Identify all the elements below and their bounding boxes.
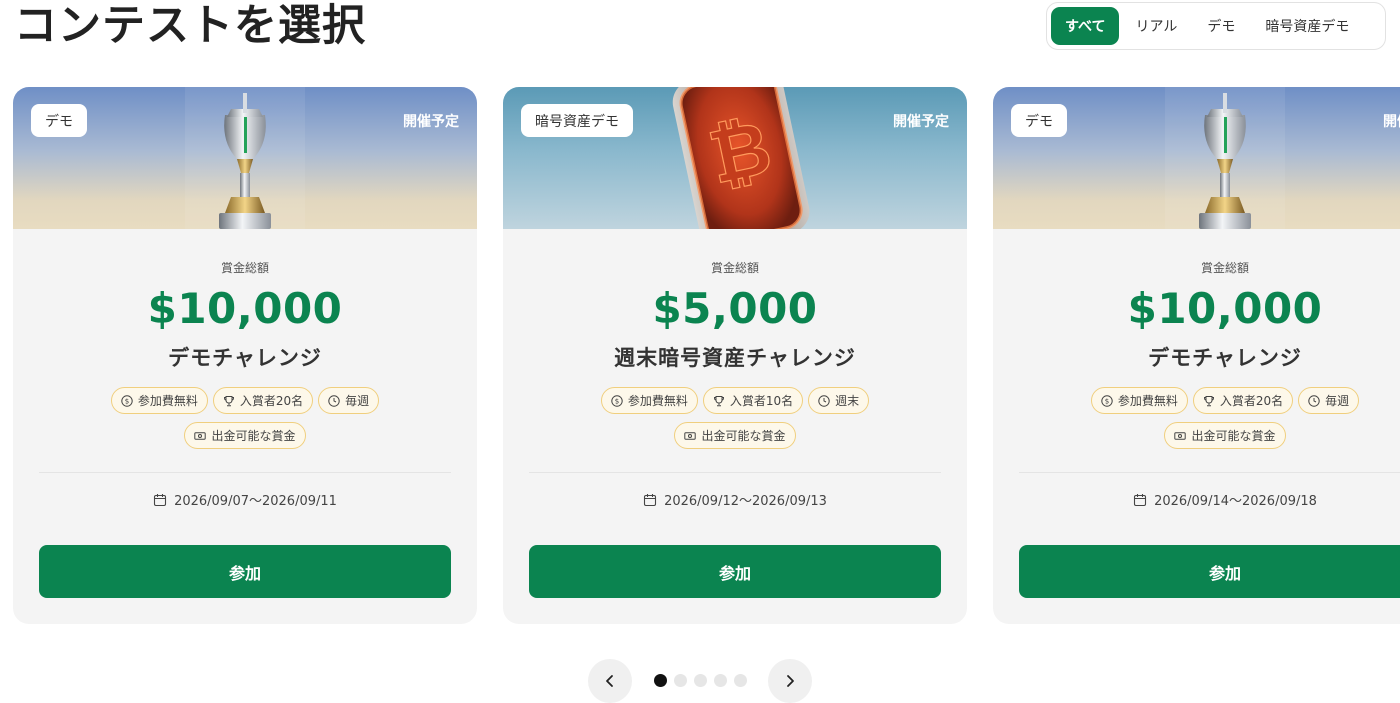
next-button[interactable] — [768, 659, 812, 703]
contest-card: デモ 開催予定 賞金総額 $10,000 デモチャレンジ $ 参加費無料 入賞者… — [993, 87, 1400, 624]
divider — [39, 472, 451, 473]
contest-filter-tabs: すべて リアル デモ 暗号資産デモ — [1046, 2, 1386, 50]
cash-icon — [194, 431, 207, 440]
date-range: 2026/09/14〜2026/09/18 — [1154, 494, 1317, 509]
contest-card: ₿ 暗号資産デモ 開催予定 賞金総額 $5,000 週末暗号資産チャレンジ $ … — [503, 87, 967, 624]
chevron-left-icon — [606, 675, 613, 687]
filter-all[interactable]: すべて — [1051, 7, 1120, 45]
tag-entry-fee: $ 参加費無料 — [110, 387, 208, 414]
prize-amount: $10,000 — [1127, 284, 1323, 333]
divider — [529, 472, 941, 473]
tag-label: 出金可能な賞金 — [1191, 429, 1276, 443]
contest-dates: 2026/09/12〜2026/09/13 — [503, 490, 967, 509]
contest-dates: 2026/09/14〜2026/09/18 — [993, 490, 1400, 509]
tag-entry-fee: $ 参加費無料 — [600, 387, 698, 414]
contest-tags: $ 参加費無料 入賞者10名 週末 出金可能な賞金 — [585, 387, 885, 449]
page-dot-3[interactable] — [694, 674, 707, 687]
card-banner: デモ 開催予定 — [993, 87, 1400, 229]
tag-label: 参加費無料 — [1117, 394, 1178, 408]
page-title: コンテストを選択 — [14, 1, 366, 51]
prize-amount: $5,000 — [652, 284, 818, 333]
clock-icon — [1308, 394, 1320, 407]
tag-label: 参加費無料 — [627, 394, 688, 408]
cash-icon — [1174, 431, 1187, 440]
page-dot-5[interactable] — [734, 674, 747, 687]
date-range: 2026/09/12〜2026/09/13 — [664, 494, 827, 509]
trophy-icon — [223, 395, 234, 406]
contest-status: 開催予定 — [893, 114, 949, 130]
tag-label: 入賞者20名 — [1219, 394, 1284, 408]
bitcoin-image: ₿ — [672, 87, 810, 229]
prize-label: 賞金総額 — [220, 261, 269, 275]
tag-label: 出金可能な賞金 — [211, 429, 296, 443]
contest-type-badge: 暗号資産デモ — [521, 104, 633, 137]
page-dot-4[interactable] — [714, 674, 727, 687]
tag-label: 参加費無料 — [137, 394, 198, 408]
svg-text:$: $ — [615, 397, 619, 405]
svg-text:$: $ — [125, 397, 129, 405]
page-dot-1[interactable] — [654, 674, 667, 687]
trophy-image — [1165, 87, 1285, 229]
contest-name: 週末暗号資産チャレンジ — [614, 346, 856, 370]
tag-winners: 入賞者20名 — [1192, 387, 1294, 414]
svg-text:$: $ — [1105, 397, 1109, 405]
contest-card: デモ 開催予定 賞金総額 $10,000 デモチャレンジ $ 参加費無料 入賞者… — [13, 87, 477, 624]
tag-frequency: 週末 — [808, 387, 870, 414]
tag-label: 毎週 — [1325, 394, 1350, 408]
prize-label: 賞金総額 — [1200, 261, 1249, 275]
tag-label: 毎週 — [345, 394, 370, 408]
date-range: 2026/09/07〜2026/09/11 — [174, 494, 337, 509]
card-banner: ₿ 暗号資産デモ 開催予定 — [503, 87, 967, 229]
trophy-icon — [713, 395, 724, 406]
tag-frequency: 毎週 — [318, 387, 380, 414]
join-button[interactable]: 参加 — [529, 545, 941, 598]
tag-label: 入賞者20名 — [239, 394, 304, 408]
divider — [1019, 472, 1400, 473]
contest-status: 開催予定 — [1383, 114, 1400, 130]
contest-dates: 2026/09/07〜2026/09/11 — [13, 490, 477, 509]
tag-winners: 入賞者10名 — [702, 387, 804, 414]
join-button[interactable]: 参加 — [39, 545, 451, 598]
contest-type-badge: デモ — [1011, 104, 1067, 137]
tag-label: 入賞者10名 — [729, 394, 794, 408]
prize-amount: $10,000 — [147, 284, 343, 333]
contest-tags: $ 参加費無料 入賞者20名 毎週 出金可能な賞金 — [1075, 387, 1375, 449]
join-button[interactable]: 参加 — [1019, 545, 1400, 598]
trophy-icon — [1203, 395, 1214, 406]
chevron-right-icon — [787, 675, 794, 687]
contest-status: 開催予定 — [403, 114, 459, 130]
calendar-icon — [154, 493, 167, 506]
filter-crypto-demo[interactable]: 暗号資産デモ — [1251, 7, 1363, 45]
tag-winners: 入賞者20名 — [212, 387, 314, 414]
contest-type-badge: デモ — [31, 104, 87, 137]
clock-icon — [328, 394, 340, 407]
prize-label: 賞金総額 — [710, 261, 759, 275]
tag-entry-fee: $ 参加費無料 — [1090, 387, 1188, 414]
tag-frequency: 毎週 — [1298, 387, 1360, 414]
dollar-circle-icon: $ — [611, 394, 623, 407]
carousel-pagination — [0, 659, 1400, 703]
tag-withdrawable: 出金可能な賞金 — [674, 422, 796, 449]
card-banner: デモ 開催予定 — [13, 87, 477, 229]
clock-icon — [818, 394, 830, 407]
dollar-circle-icon: $ — [1101, 394, 1113, 407]
dollar-circle-icon: $ — [121, 394, 133, 407]
calendar-icon — [1134, 493, 1147, 506]
filter-real[interactable]: リアル — [1121, 7, 1191, 45]
contest-tags: $ 参加費無料 入賞者20名 毎週 出金可能な賞金 — [95, 387, 395, 449]
prev-button[interactable] — [588, 659, 632, 703]
trophy-image — [185, 87, 305, 229]
page-dot-2[interactable] — [674, 674, 687, 687]
contest-select-page: コンテストを選択 すべて リアル デモ 暗号資産デモ デモ 開催予定 賞金総額 … — [0, 0, 1400, 703]
tag-withdrawable: 出金可能な賞金 — [184, 422, 306, 449]
contest-name: デモチャレンジ — [1148, 346, 1302, 370]
cash-icon — [684, 431, 697, 440]
filter-demo[interactable]: デモ — [1193, 7, 1249, 45]
calendar-icon — [644, 493, 657, 506]
tag-label: 週末 — [835, 394, 860, 408]
tag-label: 出金可能な賞金 — [701, 429, 786, 443]
contest-name: デモチャレンジ — [168, 346, 322, 370]
tag-withdrawable: 出金可能な賞金 — [1164, 422, 1286, 449]
